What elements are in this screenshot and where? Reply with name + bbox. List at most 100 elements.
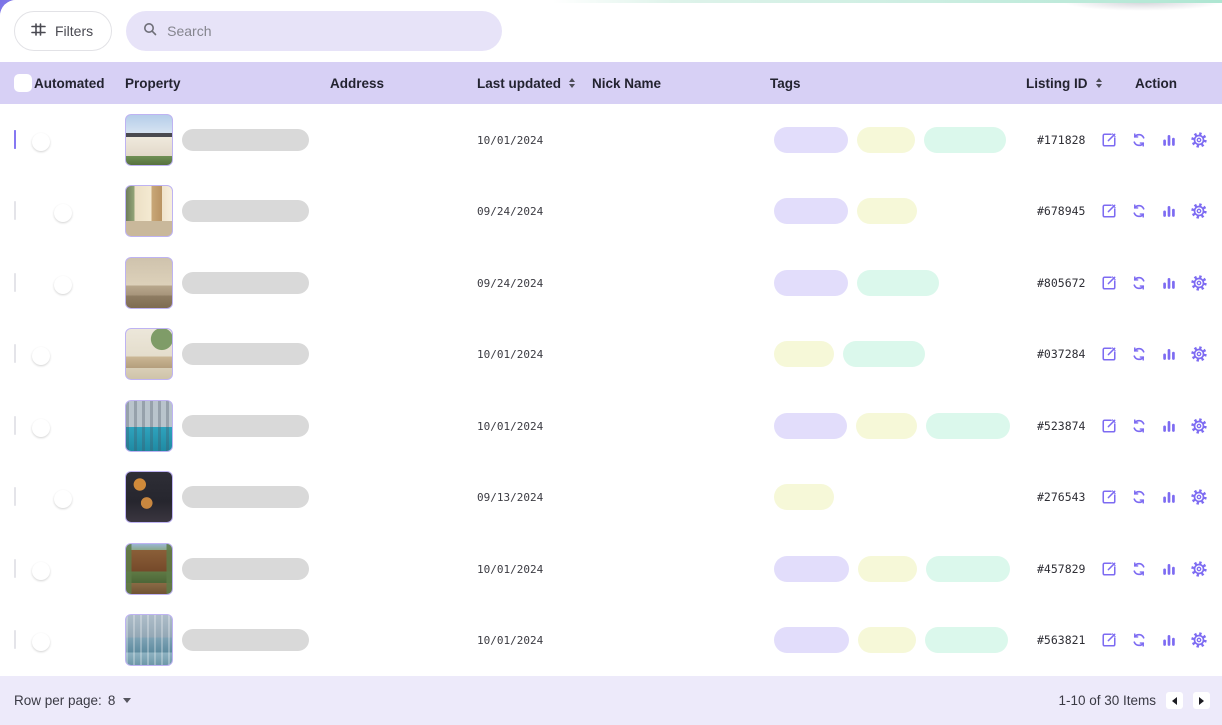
- stats-icon[interactable]: [1160, 417, 1178, 435]
- last-updated-value: 10/01/2024: [477, 133, 544, 147]
- search-box[interactable]: [126, 11, 503, 51]
- row-checkbox[interactable]: [14, 558, 16, 578]
- row-checkbox[interactable]: [14, 129, 16, 149]
- settings-icon[interactable]: [1190, 202, 1208, 220]
- listing-id-value: #037284: [1037, 347, 1086, 362]
- last-updated-value: 10/01/2024: [477, 419, 544, 433]
- tags-group: [760, 627, 1026, 654]
- select-all-checkbox[interactable]: [14, 74, 32, 92]
- listing-id-value: #563821: [1037, 633, 1086, 648]
- toggle-knob: [32, 561, 50, 580]
- tag-pill-yellow: [774, 484, 834, 511]
- sliders-icon: [30, 21, 47, 41]
- sync-icon[interactable]: [1130, 417, 1148, 435]
- edit-icon[interactable]: [1100, 631, 1118, 649]
- property-name-placeholder: [182, 343, 309, 366]
- search-icon: [142, 21, 158, 42]
- listings-panel: Filters Automated Property Address Last …: [0, 0, 1222, 725]
- sync-icon[interactable]: [1130, 274, 1148, 292]
- edit-icon[interactable]: [1100, 560, 1118, 578]
- listing-id-value: #678945: [1037, 204, 1086, 219]
- row-checkbox[interactable]: [14, 630, 16, 650]
- settings-icon[interactable]: [1190, 560, 1208, 578]
- settings-icon[interactable]: [1190, 417, 1208, 435]
- edit-icon[interactable]: [1100, 202, 1118, 220]
- property-name-placeholder: [182, 414, 309, 437]
- tag-pill-yellow: [857, 126, 915, 153]
- table-body: 10/01/2024 #171828 09/24/2024 #678945 09…: [0, 104, 1222, 676]
- property-name-placeholder: [182, 200, 309, 223]
- row-checkbox[interactable]: [14, 201, 16, 221]
- property-photo: [125, 256, 173, 309]
- tag-pill-mint: [925, 627, 1008, 654]
- edit-icon[interactable]: [1100, 417, 1118, 435]
- action-buttons: [1102, 488, 1208, 506]
- settings-icon[interactable]: [1190, 131, 1208, 149]
- edit-icon[interactable]: [1100, 274, 1118, 292]
- row-checkbox[interactable]: [14, 272, 16, 292]
- row-checkbox[interactable]: [14, 487, 16, 507]
- settings-icon[interactable]: [1190, 345, 1208, 363]
- property-photo: [125, 542, 173, 595]
- action-buttons: [1102, 417, 1208, 435]
- chevron-left-icon: [1172, 696, 1177, 705]
- search-input[interactable]: [167, 23, 487, 39]
- tags-group: [760, 341, 1026, 368]
- settings-icon[interactable]: [1190, 488, 1208, 506]
- sort-last-updated-button[interactable]: [569, 78, 576, 88]
- column-header-address: Address: [330, 75, 385, 91]
- pagination-bar: Row per page: 8 1-10 of 30 Items: [0, 676, 1222, 725]
- rows-per-page-select[interactable]: Row per page: 8: [14, 693, 132, 708]
- stats-icon[interactable]: [1160, 131, 1178, 149]
- tags-group: [760, 126, 1026, 153]
- stats-icon[interactable]: [1160, 560, 1178, 578]
- property-photo: [125, 328, 173, 381]
- edit-icon[interactable]: [1100, 131, 1118, 149]
- rows-per-page-label: Row per page:: [14, 693, 102, 708]
- stats-icon[interactable]: [1160, 488, 1178, 506]
- sync-icon[interactable]: [1130, 488, 1148, 506]
- tags-group: [760, 198, 1026, 225]
- tag-pill-yellow: [858, 555, 917, 582]
- tag-pill-lavender: [774, 627, 849, 654]
- edit-icon[interactable]: [1100, 345, 1118, 363]
- toggle-knob: [32, 418, 50, 437]
- stats-icon[interactable]: [1160, 202, 1178, 220]
- sync-icon[interactable]: [1130, 131, 1148, 149]
- table-row: 09/24/2024 #805672: [0, 247, 1222, 319]
- sort-listing-id-button[interactable]: [1095, 78, 1102, 88]
- table-row: 10/01/2024 #457829: [0, 533, 1222, 605]
- row-checkbox[interactable]: [14, 415, 16, 435]
- table-row: 09/13/2024 #276543: [0, 461, 1222, 533]
- tags-group: [760, 555, 1026, 582]
- action-buttons: [1102, 202, 1208, 220]
- sync-icon[interactable]: [1130, 345, 1148, 363]
- filters-button-label: Filters: [55, 23, 94, 39]
- next-page-button[interactable]: [1193, 692, 1210, 709]
- filters-button[interactable]: Filters: [14, 11, 113, 51]
- listing-id-value: #276543: [1037, 490, 1086, 505]
- settings-icon[interactable]: [1190, 631, 1208, 649]
- table-row: 10/01/2024 #171828: [0, 104, 1222, 176]
- stats-icon[interactable]: [1160, 274, 1178, 292]
- sync-icon[interactable]: [1130, 560, 1148, 578]
- property-name-placeholder: [182, 486, 309, 509]
- column-header-automated: Automated: [34, 75, 105, 91]
- settings-icon[interactable]: [1190, 274, 1208, 292]
- property-name-placeholder: [182, 128, 309, 151]
- stats-icon[interactable]: [1160, 345, 1178, 363]
- stats-icon[interactable]: [1160, 631, 1178, 649]
- sync-icon[interactable]: [1130, 202, 1148, 220]
- column-header-last-updated: Last updated: [477, 76, 592, 91]
- page-range-label: 1-10 of 30 Items: [1058, 693, 1156, 708]
- previous-page-button[interactable]: [1166, 692, 1183, 709]
- action-buttons: [1102, 345, 1208, 363]
- row-checkbox[interactable]: [14, 344, 16, 364]
- tag-pill-lavender: [774, 269, 848, 296]
- tag-pill-lavender: [774, 412, 847, 439]
- property-photo: [125, 614, 173, 667]
- sync-icon[interactable]: [1130, 631, 1148, 649]
- edit-icon[interactable]: [1100, 488, 1118, 506]
- property-name-placeholder: [182, 629, 309, 652]
- tag-pill-mint: [924, 126, 1006, 153]
